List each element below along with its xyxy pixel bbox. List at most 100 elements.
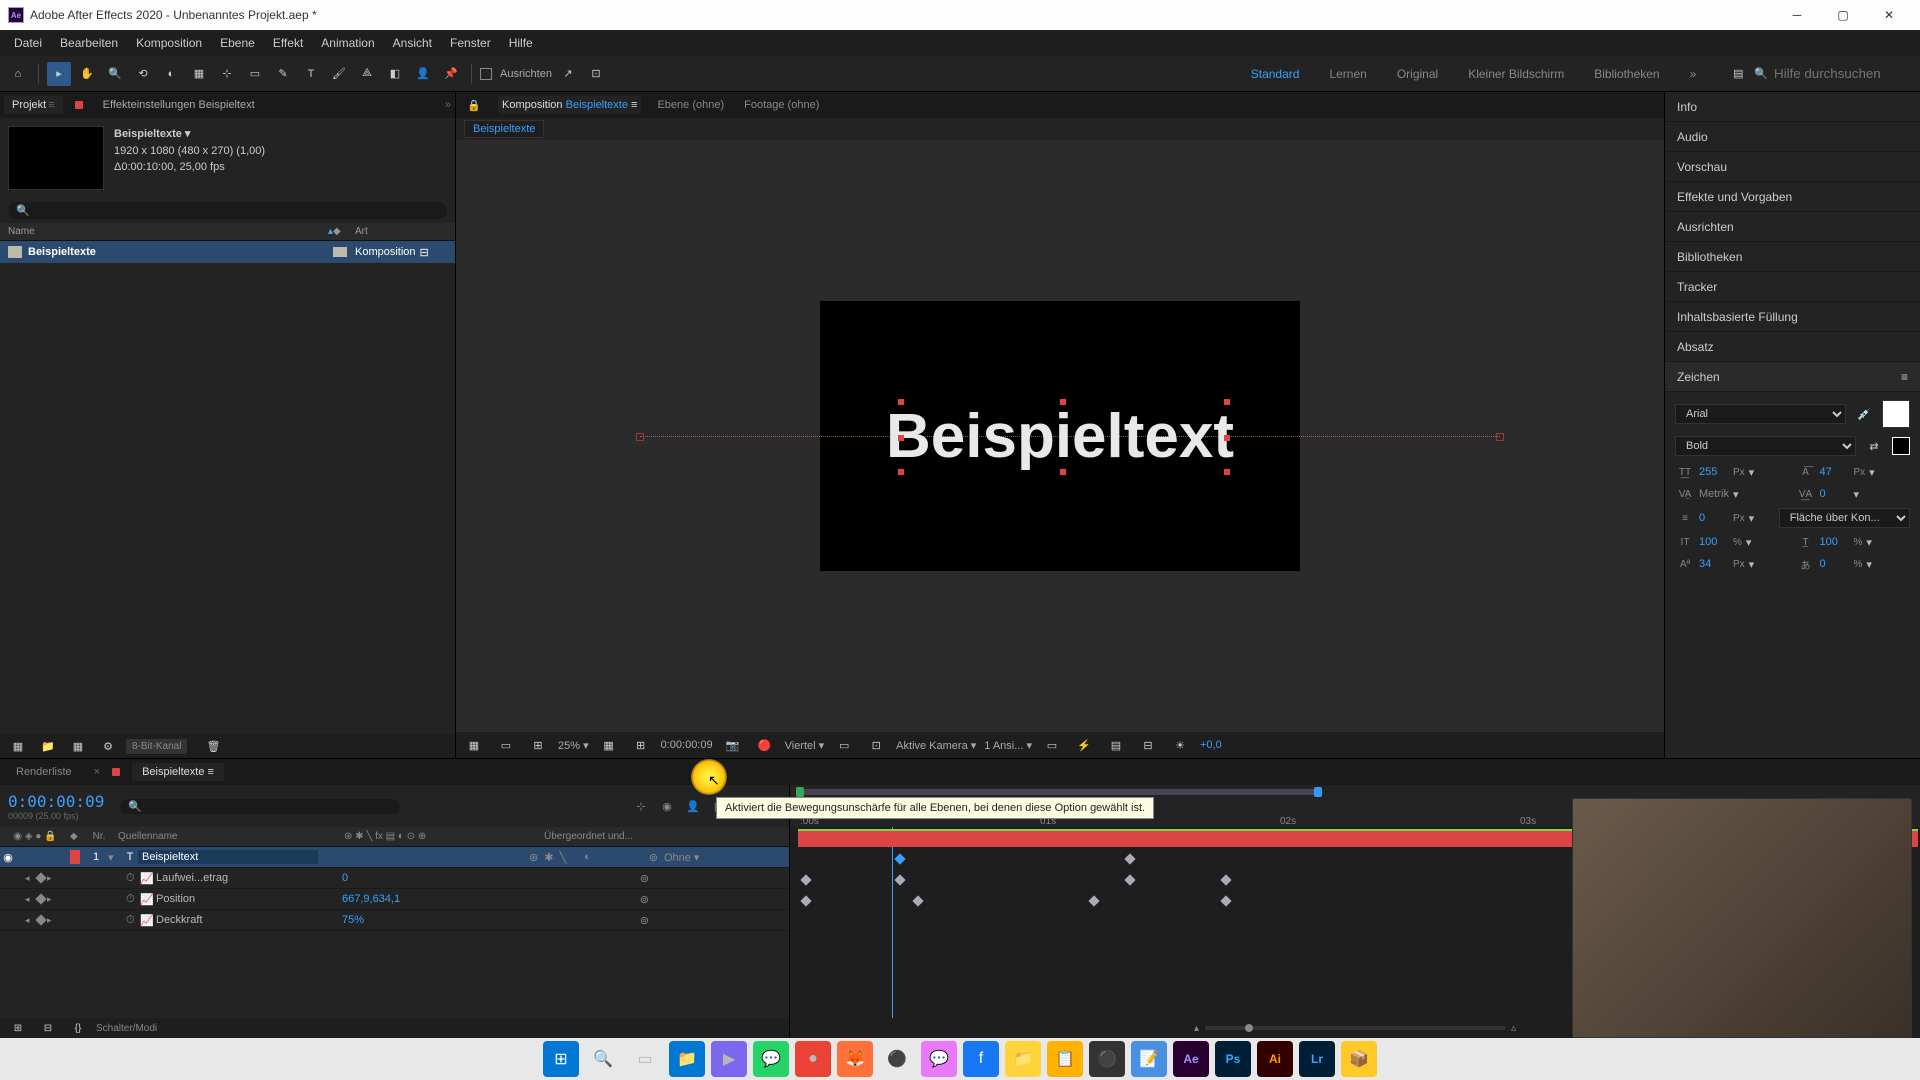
stopwatch-icon[interactable]: ⏱ [126, 914, 140, 927]
fill-over-select[interactable]: Fläche über Kon... [1779, 508, 1910, 528]
app-icon[interactable]: ▶ [711, 1041, 747, 1077]
windows-start-icon[interactable]: ⊞ [543, 1041, 579, 1077]
path-handle[interactable] [636, 433, 644, 441]
selection-handle[interactable] [1060, 399, 1066, 405]
lock-icon[interactable]: 🔒 [462, 93, 486, 117]
stroke-value[interactable]: 0 [1699, 512, 1729, 524]
after-effects-icon[interactable]: Ae [1173, 1041, 1209, 1077]
add-key-icon[interactable] [35, 914, 46, 925]
swap-colors-icon[interactable]: ⇄ [1862, 434, 1886, 458]
keyframe[interactable] [1124, 874, 1135, 885]
pen-tool-icon[interactable]: ✎ [271, 62, 295, 86]
timeline-comp-tab[interactable]: Beispieltexte ≡ [132, 763, 224, 781]
fast-preview-icon[interactable]: ⚡ [1072, 733, 1096, 757]
property-row[interactable]: ◂▸ ⏱ 📈 Deckkraft 75% ⊚ [0, 910, 789, 931]
tab-close-icon[interactable]: × [94, 766, 100, 778]
stopwatch-icon[interactable]: ⏱ [126, 872, 140, 885]
switches-modes-toggle[interactable]: Schalter/Modi [96, 1023, 157, 1034]
snap-options-icon[interactable]: ↗ [556, 62, 580, 86]
project-search[interactable]: 🔍 [8, 202, 447, 219]
whatsapp-icon[interactable]: 💬 [753, 1041, 789, 1077]
panel-info[interactable]: Info [1665, 92, 1920, 122]
keyframe[interactable] [800, 895, 811, 906]
composition-viewer[interactable]: Beispieltext [456, 140, 1664, 732]
project-tab[interactable]: Projekt≡ [4, 96, 63, 114]
toggle-switches-icon[interactable]: ⊞ [6, 1016, 30, 1040]
app-icon[interactable]: 📦 [1341, 1041, 1377, 1077]
comp-mini-flowchart-icon[interactable]: ⊹ [631, 797, 651, 815]
illustrator-icon[interactable]: Ai [1257, 1041, 1293, 1077]
path-handle[interactable] [1496, 433, 1504, 441]
help-search-input[interactable] [1774, 66, 1914, 81]
panel-fill[interactable]: Inhaltsbasierte Füllung [1665, 302, 1920, 332]
exposure-value[interactable]: +0,0 [1200, 739, 1222, 751]
timecode-display[interactable]: 0:00:00:09 [8, 792, 104, 811]
layer-tab[interactable]: Ebene (ohne) [653, 96, 728, 114]
workspace-standard[interactable]: Standard [1245, 63, 1306, 85]
workspace-kleiner[interactable]: Kleiner Bildschirm [1462, 63, 1570, 85]
panel-overflow-icon[interactable]: » [445, 99, 451, 111]
effect-controls-tab[interactable]: Effekteinstellungen Beispieltext [95, 96, 263, 114]
footage-tab[interactable]: Footage (ohne) [740, 96, 823, 114]
prev-key-icon[interactable]: ◂ [25, 915, 35, 926]
selection-handle[interactable] [1224, 469, 1230, 475]
add-key-icon[interactable] [35, 893, 46, 904]
label-col-icon[interactable]: ◆ [333, 226, 347, 237]
pixel-aspect-icon[interactable]: ▭ [1040, 733, 1064, 757]
leading-value[interactable]: 47 [1820, 466, 1850, 478]
work-area-bar[interactable] [798, 789, 1318, 795]
explorer-icon[interactable]: 📁 [1005, 1041, 1041, 1077]
orbit-tool-icon[interactable]: ⟲ [131, 62, 155, 86]
rotate-tool-icon[interactable]: ◐ [159, 62, 183, 86]
clone-tool-icon[interactable]: ⟁ [355, 62, 379, 86]
shape-tool-icon[interactable]: ▭ [243, 62, 267, 86]
panel-zeichen[interactable]: Zeichen≡ [1665, 362, 1920, 392]
workspace-overflow-icon[interactable]: ▤ [1726, 62, 1750, 86]
new-folder-icon[interactable]: 📁 [36, 734, 60, 758]
selection-handle[interactable] [898, 399, 904, 405]
channel-icon[interactable]: 🔴 [753, 733, 777, 757]
lightroom-icon[interactable]: Lr [1299, 1041, 1335, 1077]
camera-tool-icon[interactable]: ▦ [187, 62, 211, 86]
font-family-select[interactable]: Arial [1675, 404, 1846, 424]
interpret-icon[interactable]: ▦ [6, 734, 30, 758]
label-color[interactable] [70, 850, 80, 864]
panel-absatz[interactable]: Absatz [1665, 332, 1920, 362]
eyedropper-icon[interactable]: 💉 [1852, 402, 1876, 426]
shy-icon[interactable]: 👤 [683, 797, 703, 815]
next-key-icon[interactable]: ▸ [47, 894, 57, 905]
explorer-icon[interactable]: 📁 [669, 1041, 705, 1077]
fill-color-swatch[interactable] [1882, 400, 1910, 428]
time-display[interactable]: 0:00:00:09 [661, 739, 713, 751]
firefox-icon[interactable]: 🦊 [837, 1041, 873, 1077]
hscale-value[interactable]: 100 [1820, 536, 1850, 548]
expression-icon[interactable]: ⊚ [640, 872, 649, 885]
res-icon[interactable]: ▦ [597, 733, 621, 757]
property-value[interactable]: 667,9,634,1 [342, 893, 400, 905]
keyframe[interactable] [800, 874, 811, 885]
new-comp-icon[interactable]: ▦ [66, 734, 90, 758]
pan-behind-tool-icon[interactable]: ⊹ [215, 62, 239, 86]
selection-handle[interactable] [898, 469, 904, 475]
menu-bearbeiten[interactable]: Bearbeiten [52, 33, 126, 53]
panel-vorschau[interactable]: Vorschau [1665, 152, 1920, 182]
toggle-icon[interactable]: ⊡ [864, 733, 888, 757]
project-list[interactable]: Beispieltexte Komposition⊟ [0, 241, 455, 734]
hand-tool-icon[interactable]: ✋ [75, 62, 99, 86]
keyframe[interactable] [912, 895, 923, 906]
stroke-color-swatch[interactable] [1892, 437, 1910, 455]
work-area-start[interactable] [796, 787, 804, 797]
toggle-modes-icon[interactable]: ⊟ [36, 1016, 60, 1040]
menu-animation[interactable]: Animation [313, 33, 382, 53]
font-weight-select[interactable]: Bold [1675, 436, 1856, 456]
keyframe[interactable] [1220, 895, 1231, 906]
workspace-lernen[interactable]: Lernen [1323, 63, 1372, 85]
property-value[interactable]: 75% [342, 914, 364, 926]
zoom-slider-handle[interactable] [1245, 1024, 1253, 1032]
panel-bibliotheken[interactable]: Bibliotheken [1665, 242, 1920, 272]
snap-checkbox[interactable] [480, 68, 492, 80]
selection-handle[interactable] [898, 435, 904, 441]
visibility-toggle[interactable]: ◉ [0, 851, 16, 864]
work-area-end[interactable] [1314, 787, 1322, 797]
toggle-brackets-icon[interactable]: {} [66, 1016, 90, 1040]
